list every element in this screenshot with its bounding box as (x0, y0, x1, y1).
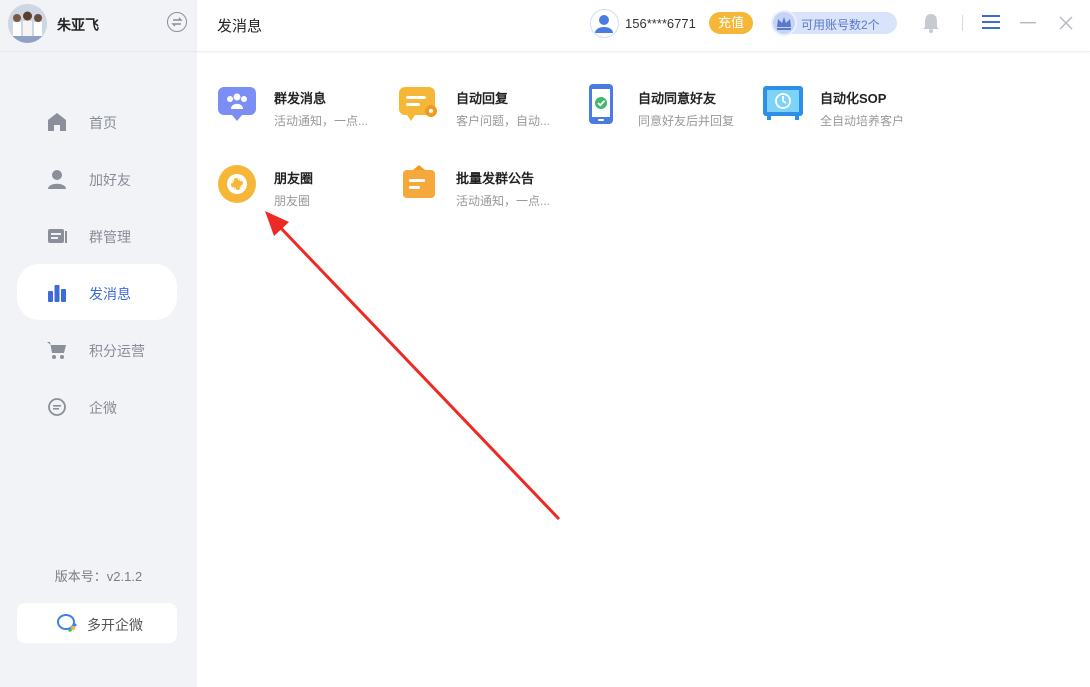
sidebar-item-label: 积分运营 (89, 343, 145, 359)
auto-reply-icon (399, 87, 437, 121)
feature-auto-sop[interactable]: 自动化SOP 全自动培养客户 (763, 84, 933, 144)
sidebar-item-label: 发消息 (89, 286, 131, 302)
phone-number: 156****6771 (625, 16, 696, 31)
switch-account-icon[interactable] (167, 12, 187, 32)
sidebar-item-label: 加好友 (89, 172, 131, 188)
bar-chart-icon (48, 285, 66, 302)
feature-title: 自动同意好友 (638, 91, 717, 106)
available-accounts-label: 可用账号数2个 (801, 18, 880, 32)
sidebar-item-label: 企微 (89, 400, 117, 416)
moments-shutter-icon (218, 165, 256, 203)
feature-title: 批量发群公告 (456, 171, 535, 186)
feature-group-message[interactable]: 群发消息 活动通知，一点... (217, 84, 387, 144)
close-icon[interactable] (1057, 14, 1075, 32)
top-bar: 发消息 156****6771 充值 可用账号数2个 (197, 0, 1090, 52)
sidebar-item-label: 首页 (89, 115, 117, 131)
wecom-logo-icon (57, 614, 77, 632)
feature-desc: 活动通知，一点... (274, 114, 369, 128)
sidebar-item-wecom[interactable]: 企微 (17, 378, 177, 434)
feature-auto-reply[interactable]: 自动回复 客户问题，自动... (399, 84, 569, 144)
group-message-icon (218, 87, 256, 121)
crown-icon (771, 10, 797, 36)
minimize-icon[interactable] (1019, 14, 1037, 32)
group-notice-icon (403, 165, 435, 198)
feature-desc: 朋友圈 (274, 194, 311, 208)
feature-desc: 活动通知，一点... (456, 194, 551, 208)
feature-desc: 全自动培养客户 (820, 114, 905, 128)
feature-desc: 客户问题，自动... (456, 114, 551, 128)
group-manage-icon (48, 229, 67, 243)
page-title: 发消息 (217, 18, 263, 35)
feature-title: 自动回复 (456, 91, 509, 106)
profile-bar: 朱亚飞 (0, 0, 197, 52)
recharge-button[interactable]: 充值 (709, 12, 753, 34)
sidebar-item-add-friend[interactable]: 加好友 (17, 150, 177, 206)
user-avatar-icon[interactable] (590, 9, 619, 38)
phone-check-icon (589, 84, 613, 124)
multi-open-label: 多开企微 (87, 617, 143, 633)
sidebar-item-send-message[interactable]: 发消息 (17, 264, 177, 320)
feature-moments[interactable]: 朋友圈 朋友圈 (217, 164, 387, 224)
header-divider (962, 15, 963, 31)
feature-title: 自动化SOP (820, 91, 887, 106)
feature-bulk-group-notice[interactable]: 批量发群公告 活动通知，一点... (399, 164, 569, 224)
bell-icon[interactable] (919, 11, 943, 35)
sidebar-nav: 首页 加好友 群管理 发消息 积分运营 企微 (17, 93, 177, 435)
multi-open-wecom-button[interactable]: 多开企微 (17, 603, 177, 643)
username: 朱亚飞 (57, 17, 99, 33)
sidebar-item-home[interactable]: 首页 (17, 93, 177, 149)
menu-icon[interactable] (982, 14, 1000, 30)
home-icon (48, 113, 66, 131)
cart-icon (47, 342, 66, 359)
person-icon (48, 170, 66, 189)
feature-desc: 同意好友后并回复 (638, 114, 735, 128)
feature-auto-accept-friend[interactable]: 自动同意好友 同意好友后并回复 (581, 84, 751, 144)
version-label: 版本号：v2.1.2 (54, 569, 143, 584)
sidebar-item-group-manage[interactable]: 群管理 (17, 207, 177, 263)
avatar[interactable] (8, 4, 47, 43)
sidebar-item-points[interactable]: 积分运营 (17, 321, 177, 377)
sidebar-item-label: 群管理 (89, 229, 131, 245)
sidebar: 朱亚飞 首页 加好友 群管理 发消息 积分运营 企微 版本号：v2.1.2 多开… (0, 0, 197, 687)
chat-bubble-icon (48, 398, 66, 416)
feature-title: 群发消息 (274, 91, 327, 106)
available-accounts-badge[interactable]: 可用账号数2个 (771, 10, 897, 36)
feature-title: 朋友圈 (274, 171, 314, 186)
monitor-sop-icon (763, 86, 803, 120)
